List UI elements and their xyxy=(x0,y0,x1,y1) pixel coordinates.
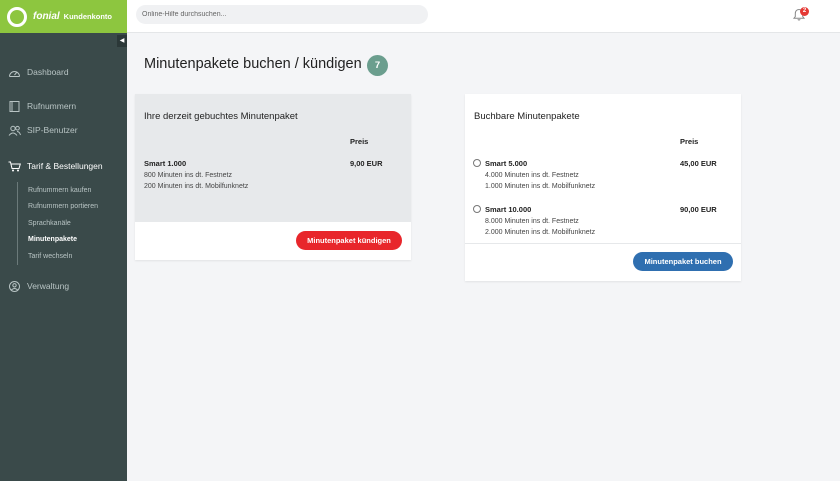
notification-badge: 2 xyxy=(800,7,809,16)
package-radio-smart-10000[interactable] xyxy=(473,205,481,213)
bookable-packages-title: Buchbare Minutenpakete xyxy=(474,111,580,122)
search-input[interactable] xyxy=(136,5,428,24)
package-detail-mobile: 200 Minuten ins dt. Mobilfunknetz xyxy=(144,183,249,190)
sidebar-item-sip-benutzer[interactable]: SIP-Benutzer xyxy=(0,121,127,139)
current-package-card: Ihre derzeit gebuchtes Minutenpaket Prei… xyxy=(135,94,411,260)
package-detail-landline: 8.000 Minuten ins dt. Festnetz xyxy=(485,218,579,225)
speedometer-icon xyxy=(9,70,20,77)
divider xyxy=(465,243,741,244)
package-name: Smart 5.000 xyxy=(485,159,528,168)
book-package-button[interactable]: Minutenpaket buchen xyxy=(633,252,733,271)
subnav-sprachkanaele[interactable]: Sprachkanäle xyxy=(28,215,117,232)
subnav-rufnummern-portieren[interactable]: Rufnummern portieren xyxy=(28,199,117,216)
package-detail-mobile: 2.000 Minuten ins dt. Mobilfunknetz xyxy=(485,229,596,236)
price-column-header: Preis xyxy=(350,137,369,146)
cancel-package-button[interactable]: Minutenpaket kündigen xyxy=(296,231,402,250)
current-package-title: Ihre derzeit gebuchtes Minutenpaket xyxy=(144,111,298,122)
package-detail-landline: 800 Minuten ins dt. Festnetz xyxy=(144,172,232,179)
price-column-header: Preis xyxy=(680,137,699,146)
collapse-sidebar-button[interactable]: ◀ xyxy=(117,35,127,47)
fonial-ring-icon xyxy=(7,6,27,27)
package-name: Smart 1.000 xyxy=(144,159,187,168)
package-detail-landline: 4.000 Minuten ins dt. Festnetz xyxy=(485,172,579,179)
cart-icon xyxy=(8,161,21,171)
brand-subtitle: Kundenkonto xyxy=(63,12,112,21)
sidebar-item-tarif-bestellungen[interactable]: Tarif & Bestellungen xyxy=(0,157,127,175)
book-icon xyxy=(9,100,20,112)
sidebar-submenu: Rufnummern kaufen Rufnummern portieren S… xyxy=(17,182,117,265)
package-name: Smart 10.000 xyxy=(485,205,532,214)
top-bar: 2 xyxy=(127,0,840,33)
subnav-minutenpakete[interactable]: Minutenpakete xyxy=(28,232,117,249)
users-icon xyxy=(8,125,21,136)
sidebar-item-label: Dashboard xyxy=(27,67,69,77)
sidebar-item-label: SIP-Benutzer xyxy=(27,125,78,135)
subnav-rufnummern-kaufen[interactable]: Rufnummern kaufen xyxy=(28,182,117,199)
sidebar-item-verwaltung[interactable]: Verwaltung xyxy=(0,277,127,295)
subnav-tarif-wechseln[interactable]: Tarif wechseln xyxy=(28,248,117,265)
brand-name: fonial xyxy=(33,11,60,22)
sidebar-item-label: Verwaltung xyxy=(27,281,70,291)
sidebar-item-rufnummern[interactable]: Rufnummern xyxy=(0,97,127,115)
package-radio-smart-5000[interactable] xyxy=(473,159,481,167)
account-icon xyxy=(9,280,20,292)
sidebar: ◀ Dashboard Rufnummern SIP-Benutzer Tari… xyxy=(0,33,127,481)
page-title: Minutenpakete buchen / kündigen xyxy=(144,56,362,72)
brand-logo[interactable]: fonial Kundenkonto xyxy=(0,0,127,33)
package-detail-mobile: 1.000 Minuten ins dt. Mobilfunknetz xyxy=(485,183,596,190)
bookable-packages-card: Buchbare Minutenpakete Preis Smart 5.000… xyxy=(465,94,741,281)
package-price: 45,00 EUR xyxy=(680,159,717,168)
package-price: 9,00 EUR xyxy=(350,159,383,168)
sidebar-item-label: Rufnummern xyxy=(27,101,77,111)
sidebar-item-dashboard[interactable]: Dashboard xyxy=(0,63,127,81)
sidebar-item-label: Tarif & Bestellungen xyxy=(27,161,103,171)
package-price: 90,00 EUR xyxy=(680,205,717,214)
count-badge: 7 xyxy=(367,55,388,76)
